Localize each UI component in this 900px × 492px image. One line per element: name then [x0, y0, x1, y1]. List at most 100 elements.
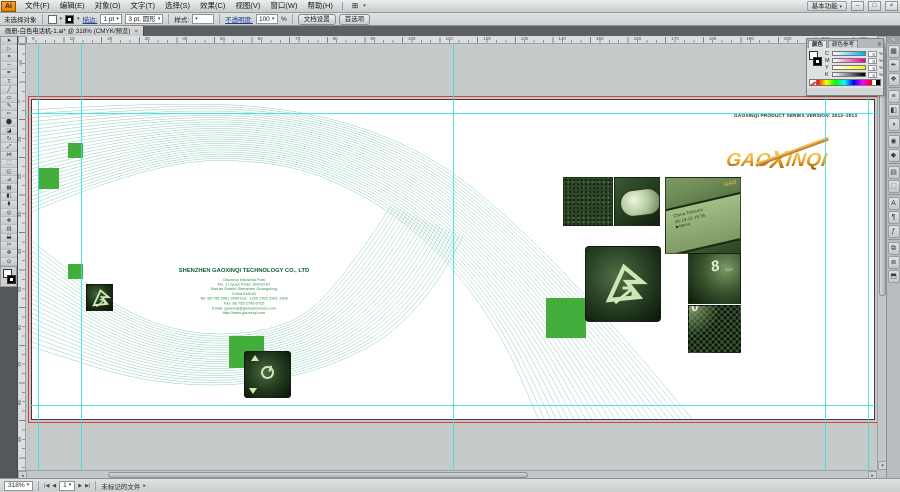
slider-value-Y[interactable]: 0 — [868, 65, 877, 71]
tab-color-guide[interactable]: 颜色参考 — [828, 40, 858, 48]
next-artboard-button[interactable]: ▶ — [78, 483, 82, 489]
window-restore-button[interactable]: □ — [868, 1, 881, 11]
slider-bar-Y[interactable] — [832, 65, 866, 70]
artboards-panel[interactable]: ⬚ — [888, 180, 900, 193]
window-minimize-button[interactable]: – — [851, 1, 864, 11]
workspace-switcher[interactable]: 基本功能 ▾ — [807, 1, 847, 11]
green-square[interactable] — [546, 298, 586, 338]
guide-vertical[interactable] — [81, 44, 82, 470]
hand-tool[interactable]: ✥ — [1, 250, 17, 258]
arrange-documents-icon[interactable]: ⊞ — [347, 0, 363, 12]
last-artboard-button[interactable]: ▶| — [85, 483, 90, 489]
previous-artboard-button[interactable]: ◀ — [52, 483, 56, 489]
shape-builder-tool[interactable]: ◱ — [1, 168, 17, 176]
pen-tool[interactable]: ✒ — [1, 70, 17, 78]
guide-horizontal[interactable] — [26, 405, 877, 406]
align-panel[interactable]: ≣ — [888, 256, 900, 269]
status-flyout-icon[interactable]: ▸ — [143, 483, 146, 489]
speaker-grill-photo-tile[interactable]: 0 — [688, 305, 741, 353]
zoom-tool[interactable]: ⊙ — [1, 258, 17, 266]
power-button-photo-tile[interactable] — [244, 351, 291, 398]
gradient-panel[interactable]: ◧ — [888, 104, 900, 117]
earpiece-photo-tile[interactable] — [614, 177, 660, 226]
dock-collapse-button[interactable]: « — [887, 36, 900, 44]
menu-item-8[interactable]: 帮助(H) — [303, 0, 338, 12]
transform-panel[interactable]: ⧉ — [888, 242, 900, 255]
slider-bar-K[interactable] — [832, 72, 866, 77]
color-stroke-swatch[interactable] — [813, 57, 822, 66]
first-artboard-button[interactable]: |◀ — [44, 483, 49, 489]
line-segment-tool[interactable]: ╱ — [1, 86, 17, 94]
spectrum-gradient[interactable] — [817, 80, 872, 85]
horizontal-ruler[interactable]: 0102030405060708090100110120130140150160… — [26, 36, 877, 44]
tools-stroke-swatch[interactable] — [7, 275, 16, 284]
menu-item-1[interactable]: 编辑(E) — [55, 0, 90, 12]
eyedropper-tool[interactable]: ⧫ — [1, 201, 17, 209]
guide-horizontal[interactable] — [26, 113, 877, 114]
vertical-scrollbar[interactable]: ▴ ▾ — [877, 36, 886, 470]
paintbrush-tool[interactable]: ✎ — [1, 103, 17, 111]
free-transform-tool[interactable]: ⬚ — [1, 160, 17, 168]
stroke-color-swatch[interactable] — [65, 15, 74, 24]
stroke-caret-icon[interactable]: ▾ — [77, 16, 80, 22]
layers-panel[interactable]: ▤ — [888, 166, 900, 179]
slider-bar-C[interactable] — [832, 51, 866, 56]
slider-value-K[interactable]: 0 — [868, 72, 877, 78]
gradient-tool[interactable]: ◧ — [1, 193, 17, 201]
white-black-swatch[interactable] — [872, 80, 880, 85]
selection-tool[interactable]: ➤ — [1, 37, 17, 45]
menu-item-5[interactable]: 效果(C) — [195, 0, 230, 12]
lasso-tool[interactable]: ∽ — [1, 62, 17, 70]
menu-item-3[interactable]: 文字(T) — [125, 0, 160, 12]
green-square[interactable] — [38, 168, 59, 189]
menu-item-7[interactable]: 窗口(W) — [265, 0, 302, 12]
width-tool[interactable]: ⋈ — [1, 152, 17, 160]
pencil-tool[interactable]: ✏ — [1, 111, 17, 119]
stroke-weight-input[interactable]: 1 pt▾ — [100, 14, 122, 24]
character-panel[interactable]: A — [888, 197, 900, 210]
color-spectrum-bar[interactable] — [809, 79, 881, 86]
blend-tool[interactable]: ◎ — [1, 209, 17, 217]
horizontal-scrollbar[interactable]: ◂ ▸ — [18, 470, 877, 478]
menu-item-0[interactable]: 文件(F) — [20, 0, 55, 12]
window-close-button[interactable]: × — [885, 1, 898, 11]
column-graph-tool[interactable]: ▥ — [1, 225, 17, 233]
brushes-panel[interactable]: ✒ — [888, 59, 900, 72]
scale-tool[interactable]: ⤢ — [1, 143, 17, 151]
stroke-panel[interactable]: ≡ — [888, 90, 900, 103]
menu-item-2[interactable]: 对象(O) — [90, 0, 126, 12]
graphic-styles-panel[interactable]: ◆ — [888, 149, 900, 162]
key-8-photo-tile[interactable]: 8 TUV — [688, 253, 741, 304]
rotate-tool[interactable]: ↻ — [1, 135, 17, 143]
mesh-tool[interactable]: ▦ — [1, 184, 17, 192]
guide-vertical[interactable] — [868, 44, 869, 470]
tab-color[interactable]: 颜色 — [808, 40, 827, 48]
lcd-screen-photo-tile[interactable]: GAO China Telecom09-19-12 15:36▶Menu — [665, 177, 741, 254]
document-tab[interactable]: 画册-白色电话机-1.ai* @ 318% (CMYK/预览) × — [0, 26, 144, 36]
fill-color-swatch[interactable] — [48, 15, 57, 24]
menu-item-4[interactable]: 选择(S) — [160, 0, 195, 12]
pathfinder-panel[interactable]: ⬒ — [888, 270, 900, 283]
swatches-panel[interactable]: ▦ — [888, 45, 900, 58]
symbols-panel[interactable]: ❖ — [888, 73, 900, 86]
opentype-panel[interactable]: ƒ — [888, 225, 900, 238]
tab-close-icon[interactable]: × — [134, 27, 138, 36]
opacity-label[interactable]: 不透明度: — [225, 14, 253, 24]
slice-tool[interactable]: ✂ — [1, 242, 17, 250]
canvas-area[interactable]: GAO China Telecom09-19-12 15:36▶Menu 8 T… — [26, 44, 877, 470]
company-info-block[interactable]: SHENZHEN GAOXINQI TECHNOLOGY CO., LTD Ga… — [178, 267, 310, 315]
zoom-level-dropdown[interactable]: 318%▾ — [4, 481, 33, 491]
none-swatch[interactable] — [810, 80, 817, 85]
ruler-origin-corner[interactable] — [18, 36, 26, 44]
logo-key-photo-tile[interactable] — [585, 246, 661, 322]
paragraph-panel[interactable]: ¶ — [888, 211, 900, 224]
type-tool[interactable]: T — [1, 78, 17, 86]
preferences-button[interactable]: 首选项 — [339, 14, 371, 25]
symbol-sprayer-tool[interactable]: ❖ — [1, 217, 17, 225]
tool-fill-stroke-widget[interactable] — [0, 267, 17, 287]
logo-button-photo-tile[interactable] — [86, 284, 113, 311]
artboard-number-dropdown[interactable]: 1▾ — [59, 481, 75, 491]
slider-value-C[interactable]: 0 — [868, 51, 877, 57]
document-setup-button[interactable]: 文档设置 — [298, 14, 336, 25]
eraser-tool[interactable]: ◪ — [1, 127, 17, 135]
